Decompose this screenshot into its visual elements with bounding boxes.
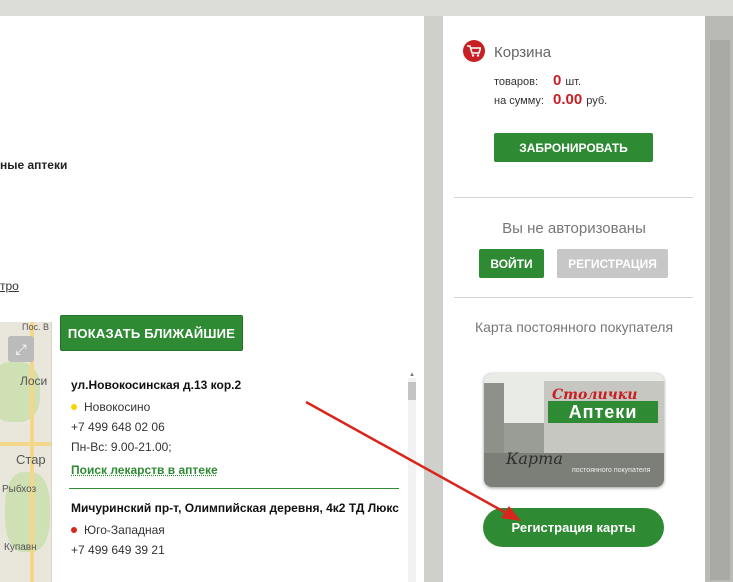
register-card-button[interactable]: Регистрация карты [483,508,664,547]
register-button[interactable]: РЕГИСТРАЦИЯ [557,249,668,278]
cart-items-unit: шт. [565,76,582,88]
show-nearest-button[interactable]: ПОКАЗАТЬ БЛИЖАЙШИЕ [60,315,243,351]
pharmacy-phone: +7 499 648 02 06 [71,420,165,434]
pharmacy-metro: Юго-Западная [71,520,401,540]
scrollbar-thumb[interactable] [408,382,416,400]
expand-map-icon[interactable]: ⤢ [8,336,34,362]
list-item: ул.Новокосинская д.13 кор.2 Новокосино +… [71,376,401,480]
metro-link-fragment[interactable]: тро [0,279,19,293]
card-script-text: Карта [506,449,563,468]
list-divider [69,488,399,489]
sidebar-panel: Корзина товаров: 0 шт. на сумму: 0.00 ру… [443,16,705,582]
list-item: Мичуринский пр-т, Олимпийская деревня, 4… [71,499,401,560]
pharmacy-map[interactable]: ⤢ Пос. В Лоси Стар Рыбхоз Купавн [0,322,52,582]
pharmacy-metro: Новокосино [71,397,401,417]
cart-sum-value: 0.00 [553,91,583,108]
loyalty-card-image: Столички Аптеки Карта постоянного покупа… [484,373,664,487]
login-button[interactable]: ВОЙТИ [479,249,544,278]
loyalty-card-title: Карта постоянного покупателя [474,319,674,335]
map-label: Рыбхоз [2,484,37,495]
map-label: Пос. В [22,322,49,332]
card-logo-main: Аптеки [548,401,658,423]
metro-dot-icon [71,527,77,533]
section-heading-fragment: ные аптеки [0,158,68,172]
pharmacy-hours: Пн-Вс: 9.00-21.00; [71,440,172,454]
map-label: Стар [16,452,46,467]
pharmacy-phone: +7 499 649 39 21 [71,543,165,557]
metro-dot-icon [71,404,77,410]
metro-name: Юго-Западная [84,523,165,537]
cart-icon[interactable] [463,40,485,62]
reserve-button[interactable]: ЗАБРОНИРОВАТЬ [494,133,653,162]
map-label: Купавн [4,542,37,553]
auth-status: Вы не авторизованы [502,220,646,237]
cart-sum-unit: руб. [586,95,608,107]
section-divider [454,297,693,298]
pharmacy-address: ул.Новокосинская д.13 кор.2 [71,378,242,392]
section-divider [454,197,693,198]
cart-items-row: товаров: 0 шт. [494,72,581,89]
cart-items-label: товаров: [494,76,539,88]
pharmacy-list: ул.Новокосинская д.13 кор.2 Новокосино +… [69,376,401,560]
pharmacy-address: Мичуринский пр-т, Олимпийская деревня, 4… [71,501,399,515]
pharmacy-panel: ные аптеки тро ⤢ Пос. В Лоси Стар Рыбхоз… [0,16,424,582]
card-small-text: постоянного покупателя [572,467,651,474]
cart-sum-label: на сумму: [494,95,544,107]
cart-items-count: 0 [553,72,562,89]
pharmacy-list-scrollbar[interactable] [408,378,416,582]
search-medicine-link[interactable]: Поиск лекарств в аптеке [71,460,218,480]
metro-name: Новокосино [84,400,151,414]
cart-title[interactable]: Корзина [494,44,551,61]
map-label: Лоси [20,374,48,388]
cart-sum-row: на сумму: 0.00 руб. [494,91,607,108]
